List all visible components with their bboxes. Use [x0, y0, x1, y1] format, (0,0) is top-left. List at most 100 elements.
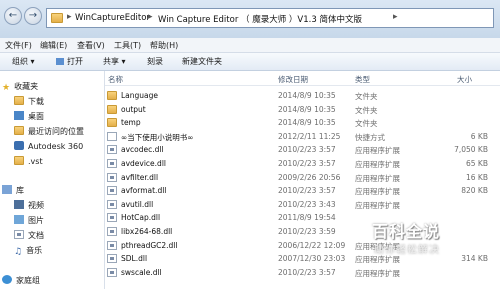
- document-icon: [14, 230, 24, 239]
- file-row[interactable]: Language 2014/8/9 10:35 文件夹: [105, 89, 500, 102]
- menu-bar: 文件(F) 编辑(E) 查看(V) 工具(T) 帮助(H): [0, 38, 500, 53]
- dll-icon: [107, 159, 117, 168]
- menu-tools[interactable]: 工具(T): [114, 40, 141, 51]
- file-date: 2014/8/9 10:35: [278, 118, 336, 128]
- file-row[interactable]: avformat.dll 2010/2/23 3:57 应用程序扩展 820 KB: [105, 184, 500, 197]
- file-row[interactable]: temp 2014/8/9 10:35 文件夹: [105, 116, 500, 129]
- file-date: 2011/8/9 19:54: [278, 213, 336, 223]
- nav-label: .vst: [28, 157, 43, 166]
- menu-edit[interactable]: 编辑(E): [40, 40, 67, 51]
- dll-icon: [107, 240, 117, 250]
- burn-button[interactable]: 刻录: [147, 56, 163, 67]
- breadcrumb-separator: ▸: [67, 12, 72, 22]
- downloads-folder-icon: [14, 96, 24, 105]
- file-date: 2014/8/9 10:35: [278, 91, 336, 100]
- file-date: 2009/2/26 20:56: [278, 172, 341, 182]
- file-date: 2006/12/22 12:09: [278, 240, 346, 250]
- file-type: 应用程序扩展: [355, 160, 400, 169]
- column-header: 名称 修改日期 类型 大小: [105, 71, 500, 86]
- file-name: HotCap.dll: [121, 213, 161, 223]
- folder-icon: [14, 156, 24, 165]
- homegroup-icon: [2, 275, 12, 284]
- menu-view[interactable]: 查看(V): [77, 40, 105, 51]
- nav-label: 最近访问的位置: [28, 127, 84, 136]
- nav-library[interactable]: 库: [2, 185, 24, 197]
- folder-icon: [107, 104, 117, 114]
- breadcrumb-separator: ▸: [148, 12, 153, 22]
- nav-item-autodesk[interactable]: Autodesk 360: [14, 141, 83, 153]
- share-button[interactable]: 共享 ▾: [103, 56, 126, 67]
- file-row[interactable]: avfilter.dll 2009/2/26 20:56 应用程序扩展 16 KB: [105, 171, 500, 184]
- nav-label: 库: [16, 186, 24, 195]
- file-name: temp: [121, 118, 141, 128]
- file-date: 2014/8/9 10:35: [278, 104, 336, 114]
- dll-icon: [107, 227, 117, 236]
- nav-item-music[interactable]: ♫ 音乐: [14, 245, 42, 257]
- file-size: 65 KB: [466, 159, 488, 168]
- file-name: libx264-68.dll: [121, 227, 173, 236]
- menu-help[interactable]: 帮助(H): [150, 40, 178, 51]
- file-row[interactable]: avdevice.dll 2010/2/23 3:57 应用程序扩展 65 KB: [105, 157, 500, 170]
- file-type: 文件夹: [355, 105, 378, 115]
- nav-label: 图片: [28, 216, 44, 225]
- open-icon: [56, 58, 64, 65]
- file-type: 文件夹: [355, 92, 378, 101]
- watermark: 百科全说 助你轻松解决: [372, 218, 468, 260]
- file-type: 快捷方式: [355, 132, 385, 142]
- file-name: pthreadGC2.dll: [121, 240, 178, 250]
- column-type[interactable]: 类型: [355, 74, 370, 85]
- file-row[interactable]: output 2014/8/9 10:35 文件夹: [105, 103, 500, 116]
- column-size[interactable]: 大小: [457, 74, 472, 85]
- file-date: 2012/2/11 11:25: [278, 131, 341, 141]
- file-row[interactable]: swscale.dll 2010/2/23 3:57 应用程序扩展: [105, 266, 500, 279]
- file-row[interactable]: avcodec.dll 2010/2/23 3:57 应用程序扩展 7,050 KB: [105, 143, 500, 156]
- breadcrumb-item[interactable]: Win Capture Editor （ 魔录大师 ）V1.3 简体中文版: [158, 13, 362, 25]
- nav-item-documents[interactable]: 文档: [14, 230, 44, 242]
- desktop-icon: [14, 111, 24, 120]
- new-folder-button[interactable]: 新建文件夹: [182, 56, 222, 67]
- nav-favorites[interactable]: ★ 收藏夹: [2, 81, 38, 93]
- nav-label: 文档: [28, 231, 44, 240]
- nav-label: 音乐: [26, 246, 43, 255]
- watermark-title: 百科全说: [372, 222, 441, 241]
- breadcrumb-item[interactable]: WinCaptureEditor: [75, 13, 150, 23]
- file-name: swscale.dll: [121, 267, 162, 277]
- file-name: avdevice.dll: [121, 159, 166, 168]
- file-date: 2010/2/23 3:57: [278, 186, 336, 196]
- nav-item-recent[interactable]: 最近访问的位置: [14, 126, 84, 138]
- folder-icon: [51, 13, 63, 23]
- music-icon: ♫: [14, 247, 23, 257]
- navigation-pane: ★ 收藏夹 下载 桌面 最近访问的位置 Autodesk 360 .vst 库 视…: [0, 71, 105, 289]
- address-path[interactable]: ▸ WinCaptureEditor ▸ Win Capture Editor …: [46, 8, 494, 28]
- watermark-subtitle: 助你轻松解决: [374, 245, 440, 256]
- organize-button[interactable]: 组织 ▾: [12, 56, 35, 67]
- file-type: 应用程序扩展: [355, 187, 400, 197]
- folder-icon: [107, 118, 117, 128]
- nav-item-vst[interactable]: .vst: [14, 156, 43, 168]
- dll-icon: [107, 186, 117, 196]
- star-icon: ★: [2, 83, 11, 93]
- dll-icon: [107, 267, 117, 277]
- file-row[interactable]: ∞当下使用小说明书∞ 2012/2/11 11:25 快捷方式 6 KB: [105, 130, 500, 143]
- nav-item-desktop[interactable]: 桌面: [14, 111, 44, 123]
- nav-item-videos[interactable]: 视频: [14, 200, 44, 212]
- column-date[interactable]: 修改日期: [278, 74, 308, 85]
- command-toolbar: 组织 ▾ 打开 共享 ▾ 刻录 新建文件夹: [0, 53, 500, 71]
- folder-icon: [107, 91, 117, 100]
- nav-item-downloads[interactable]: 下载: [14, 96, 44, 108]
- picture-icon: [14, 215, 24, 224]
- back-arrow-icon[interactable]: ←: [4, 7, 22, 25]
- forward-arrow-icon[interactable]: →: [24, 7, 42, 25]
- column-name[interactable]: 名称: [108, 74, 123, 85]
- open-button[interactable]: 打开: [56, 56, 83, 67]
- menu-file[interactable]: 文件(F): [5, 40, 32, 51]
- dll-icon: [107, 254, 117, 264]
- nav-item-pictures[interactable]: 图片: [14, 215, 44, 227]
- file-date: 2010/2/23 3:59: [278, 227, 336, 236]
- file-type: 文件夹: [355, 119, 378, 129]
- file-name: SDL.dll: [121, 254, 148, 264]
- nav-label: 桌面: [28, 112, 44, 121]
- file-row[interactable]: avutil.dll 2010/2/23 3:43 应用程序扩展: [105, 198, 500, 211]
- file-type: 应用程序扩展: [355, 146, 400, 156]
- nav-homegroup[interactable]: 家庭组: [2, 275, 40, 287]
